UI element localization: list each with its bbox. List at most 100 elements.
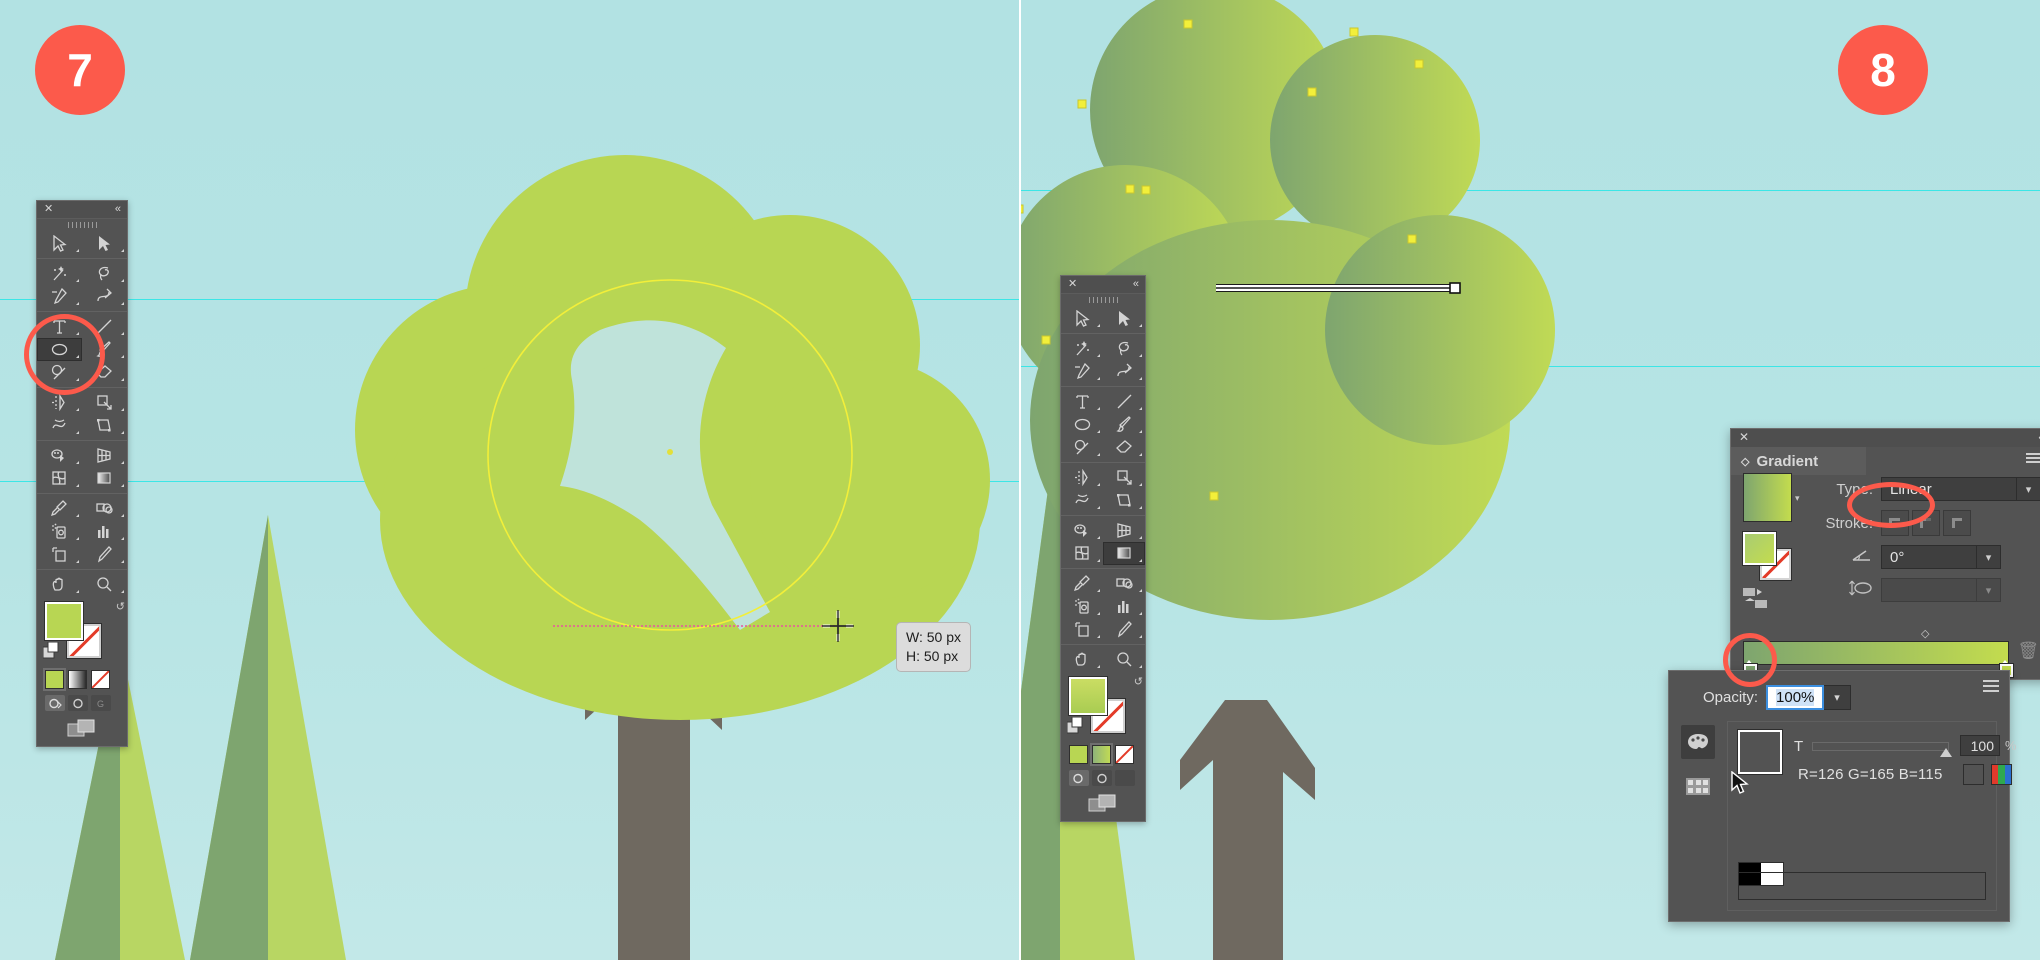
tool-shape-builder-tool[interactable] (1061, 519, 1103, 542)
tool-symbol-sprayer-tool[interactable] (1061, 595, 1103, 618)
chevron-down-icon[interactable]: ▾ (2017, 477, 2040, 501)
tool-paintbrush-tool[interactable] (1103, 413, 1145, 436)
chevron-down-icon[interactable]: ▾ (1977, 545, 2001, 569)
tool-eraser-tool[interactable] (82, 361, 127, 384)
tool-selection-tool[interactable] (37, 232, 82, 255)
tool-slice-tool[interactable] (82, 543, 127, 566)
swap-fill-stroke-icon[interactable]: ↺ (116, 600, 125, 613)
drawing-mode-buttons[interactable]: G (45, 695, 127, 711)
gradient-fill-swatch[interactable] (1743, 532, 1776, 565)
tool-blend-tool[interactable] (1103, 572, 1145, 595)
color-mode-swatches[interactable] (45, 670, 127, 689)
fill-stroke-swatches[interactable]: ↺ (1066, 675, 1145, 739)
double-chevron-left-icon[interactable]: « (115, 203, 121, 216)
rgb-spectrum-swatch[interactable] (1991, 764, 2012, 785)
tool-symbol-sprayer-tool[interactable] (37, 520, 82, 543)
color-mode-swatch[interactable] (45, 670, 64, 689)
chevron-down-icon[interactable]: ▾ (1824, 685, 1852, 710)
gradient-panel[interactable]: ✕ « ◇ Gradient ▾ Type: Linear ▾ (1730, 428, 2040, 680)
gradient-mode-swatch[interactable] (68, 670, 87, 689)
tool-curvature-tool[interactable] (1103, 360, 1145, 383)
swatches-tab[interactable] (1681, 769, 1715, 803)
chevron-down-icon[interactable]: ▾ (1977, 578, 2001, 602)
tool-lasso-tool[interactable] (1103, 337, 1145, 360)
tool-hand-tool[interactable] (37, 573, 82, 596)
tool-magic-wand-tool[interactable] (37, 262, 82, 285)
tool-free-transform-tool[interactable] (82, 414, 127, 437)
chevron-down-icon[interactable]: ▾ (1795, 493, 1800, 504)
opacity-row[interactable]: Opacity: 100% ▾ (1669, 671, 2009, 710)
tool-line-segment-tool[interactable] (1103, 390, 1145, 413)
color-controls-area[interactable]: T 100 % R=126 G=165 B=115 (1727, 721, 2017, 911)
gradient-midpoint-diamond[interactable]: ◇ (1921, 627, 1929, 640)
color-mode-swatch[interactable] (1069, 745, 1088, 764)
tool-grid[interactable] (37, 230, 127, 596)
tool-width-tool[interactable] (37, 414, 82, 437)
tool-gradient-tool[interactable] (82, 467, 127, 490)
tool-selection-tool[interactable] (1061, 307, 1103, 330)
tool-free-transform-tool[interactable] (1103, 489, 1145, 512)
gradient-aspect-row[interactable]: ▾ (1809, 578, 2040, 602)
tool-rotate-tool[interactable] (1061, 466, 1103, 489)
tool-grid[interactable] (1061, 305, 1145, 671)
close-icon[interactable]: ✕ (1739, 430, 1749, 444)
tool-lasso-tool[interactable] (82, 262, 127, 285)
color-panel[interactable]: Opacity: 100% ▾ T 100 % R=126 G=165 B=11… (1668, 670, 2017, 922)
color-panel-tabs[interactable] (1681, 725, 1715, 813)
stroke-outside-icon[interactable] (1943, 510, 1971, 536)
tool-mesh-tool[interactable] (37, 467, 82, 490)
tool-zoom-tool[interactable] (1103, 648, 1145, 671)
default-fill-stroke-icon[interactable] (42, 641, 60, 664)
gradient-type-row[interactable]: Type: Linear ▾ (1809, 477, 2040, 501)
swap-fill-stroke-icon[interactable]: ↺ (1134, 675, 1143, 688)
tool-eyedropper-tool[interactable] (37, 497, 82, 520)
tool-pen-tool[interactable] (37, 285, 82, 308)
gradient-slider[interactable] (1743, 641, 2009, 665)
draw-inside-icon[interactable] (1115, 770, 1135, 786)
fill-swatch[interactable] (1069, 677, 1107, 715)
gradient-stroke-row[interactable]: Stroke: (1809, 510, 2040, 536)
tint-slider-thumb[interactable] (1940, 748, 1952, 757)
draw-inside-icon[interactable]: G (91, 695, 111, 711)
drawing-mode-buttons[interactable] (1069, 770, 1145, 786)
tool-width-tool[interactable] (1061, 489, 1103, 512)
gradient-panel-tab[interactable]: ◇ Gradient (1731, 447, 1866, 475)
trash-icon[interactable]: 🗑 (2017, 641, 2039, 661)
color-palette-tab[interactable] (1681, 725, 1715, 759)
gradient-fill-stroke[interactable] (1743, 532, 1791, 580)
tool-eyedropper-tool[interactable] (1061, 572, 1103, 595)
draw-behind-icon[interactable] (68, 695, 88, 711)
opacity-input[interactable]: 100% (1766, 685, 1825, 710)
draw-normal-icon[interactable] (45, 695, 65, 711)
reverse-gradient-icon[interactable] (1743, 587, 1769, 615)
tool-shaper-tool[interactable] (37, 361, 82, 384)
default-fill-stroke-icon[interactable] (1066, 716, 1084, 739)
tool-ellipse-tool[interactable] (1061, 413, 1103, 436)
fill-swatch[interactable] (45, 602, 83, 640)
tool-scale-tool[interactable] (1103, 466, 1145, 489)
tool-direct-selection-tool[interactable] (82, 232, 127, 255)
stroke-within-icon[interactable] (1881, 510, 1909, 536)
tools-panel[interactable]: ✕ « ↺ (1060, 275, 1146, 822)
fill-stroke-swatches[interactable]: ↺ (42, 600, 127, 664)
tool-shape-builder-tool[interactable] (37, 444, 82, 467)
tool-curvature-tool[interactable] (82, 285, 127, 308)
panel-menu-icon[interactable] (2026, 453, 2040, 465)
draw-normal-icon[interactable] (1069, 770, 1089, 786)
tool-perspective-grid-tool[interactable] (82, 444, 127, 467)
screen-mode-button[interactable] (1061, 794, 1145, 814)
tool-shaper-tool[interactable] (1061, 436, 1103, 459)
type-select[interactable]: Linear (1881, 477, 2017, 501)
tool-paintbrush-tool[interactable] (82, 338, 127, 361)
tool-blend-tool[interactable] (82, 497, 127, 520)
tint-input[interactable]: 100 (1960, 735, 2000, 756)
active-color-swatch[interactable] (1738, 730, 1782, 774)
panel-menu-icon[interactable] (1983, 680, 1999, 695)
close-icon[interactable]: ✕ (1068, 278, 1077, 291)
tool-ellipse-tool[interactable] (37, 338, 82, 361)
tool-line-segment-tool[interactable] (82, 315, 127, 338)
tool-perspective-grid-tool[interactable] (1103, 519, 1145, 542)
tool-magic-wand-tool[interactable] (1061, 337, 1103, 360)
tool-hand-tool[interactable] (1061, 648, 1103, 671)
none-mode-swatch[interactable] (1115, 745, 1134, 764)
